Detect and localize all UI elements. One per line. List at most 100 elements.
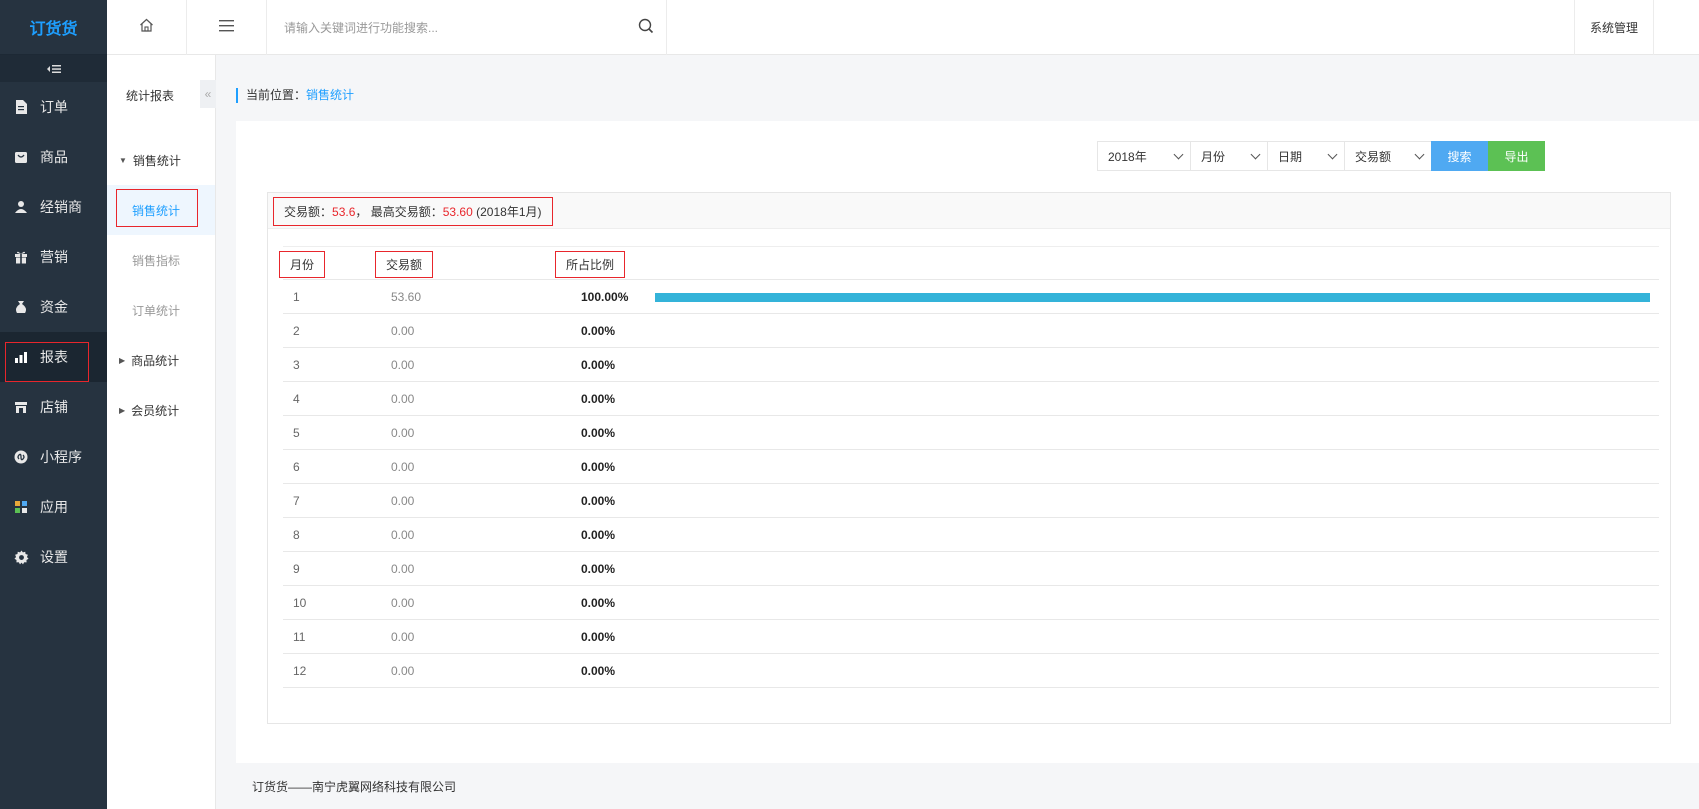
cell-ratio: 0.00% <box>581 664 616 678</box>
cell-month: 7 <box>293 494 300 508</box>
stats-box: 交易额： 53.6， 最高交易额： 53.60 (2018年1月) 月份 交易额 所… <box>267 192 1671 724</box>
summary-max-label: 最高交易额： <box>370 205 443 219</box>
sidebar-item-label: 小程序 <box>40 449 82 465</box>
sidebar-item-label: 订单 <box>40 99 68 115</box>
cell-ratio: 0.00% <box>581 460 616 474</box>
subnav-fold-button[interactable]: « <box>200 80 216 108</box>
table-row: 1 53.60 100.00% <box>283 280 1659 314</box>
subnav-group-label: 商品统计 <box>131 353 180 368</box>
metric-select-value: 交易额 <box>1355 149 1392 164</box>
menu-toggle-button[interactable] <box>187 0 267 55</box>
column-header-ratio: 所占比例 <box>555 251 626 278</box>
subnav-item-sales-targets[interactable]: 销售指标 <box>107 235 215 285</box>
subnav-group-products[interactable]: ▶ 商品统计 <box>107 335 215 385</box>
cell-amount: 53.60 <box>391 290 422 304</box>
ratio-bar-track <box>655 667 1650 676</box>
summary-amount-label: 交易额： <box>284 205 333 219</box>
cell-month: 5 <box>293 426 300 440</box>
sidebar-item-products[interactable]: 商品 <box>0 132 107 182</box>
ratio-bar <box>655 293 1650 302</box>
table-body: 1 53.60 100.00% 2 0.00 0.00% 3 0.00 0.00% 4 0.00 0.… <box>283 280 1659 688</box>
table-row: 12 0.00 0.00% <box>283 654 1659 688</box>
money-bag-icon <box>12 298 30 316</box>
year-select[interactable]: 2018年 <box>1097 141 1190 171</box>
ratio-bar-track <box>655 633 1650 642</box>
table-row: 8 0.00 0.00% <box>283 518 1659 552</box>
sidebar-item-apps[interactable]: 应用 <box>0 482 107 532</box>
sidebar-item-store[interactable]: 店铺 <box>0 382 107 432</box>
system-management-link[interactable]: 系统管理 <box>1574 0 1654 55</box>
cell-amount: 0.00 <box>391 358 415 372</box>
home-button[interactable] <box>107 0 187 55</box>
cell-amount: 0.00 <box>391 494 415 508</box>
sidebar-item-label: 店铺 <box>40 399 68 415</box>
cell-month: 6 <box>293 460 300 474</box>
top-bar: 系统管理 <box>107 0 1699 55</box>
breadcrumb-current[interactable]: 销售统计 <box>306 88 354 102</box>
search-box <box>267 0 667 55</box>
cell-amount: 0.00 <box>391 426 415 440</box>
document-icon <box>12 98 30 116</box>
sidebar-item-label: 经销商 <box>40 199 82 215</box>
chevron-down-icon <box>1414 149 1425 159</box>
report-subnav: 统计报表 ▼ 销售统计 销售统计 销售指标 订单统计 ▶ 商品统计 ▶ 会员统计 <box>107 55 216 809</box>
summary-amount: 53.6 <box>332 204 356 219</box>
app-logo[interactable]: 订货货 <box>0 0 107 55</box>
active-item-highlight <box>5 342 89 382</box>
sales-table: 月份 交易额 所占比例 1 53.60 100.00% 2 0.00 0.00% 3 0.00… <box>279 246 1659 688</box>
subnav-item-order-stats[interactable]: 订单统计 <box>107 285 215 335</box>
sidebar-item-settings[interactable]: 设置 <box>0 532 107 582</box>
caret-right-icon: ▶ <box>119 405 126 415</box>
period-select[interactable]: 月份 <box>1190 141 1267 171</box>
ratio-bar-track <box>655 395 1650 404</box>
cell-ratio: 0.00% <box>581 494 616 508</box>
gift-icon <box>12 248 30 266</box>
date-select[interactable]: 日期 <box>1267 141 1344 171</box>
cell-month: 10 <box>293 596 307 610</box>
ratio-bar-track <box>655 497 1650 506</box>
sidebar-item-dealers[interactable]: 经销商 <box>0 182 107 232</box>
table-row: 7 0.00 0.00% <box>283 484 1659 518</box>
period-select-value: 月份 <box>1201 149 1226 164</box>
cell-month: 4 <box>293 392 300 406</box>
cell-month: 9 <box>293 562 300 576</box>
table-header: 月份 交易额 所占比例 <box>279 246 1659 280</box>
table-row: 6 0.00 0.00% <box>283 450 1659 484</box>
subnav-group-sales[interactable]: ▼ 销售统计 <box>107 135 215 185</box>
column-header-month: 月份 <box>279 251 326 278</box>
mini-program-icon <box>12 448 30 466</box>
search-icon[interactable] <box>638 18 654 37</box>
sidebar-collapse-button[interactable] <box>0 55 107 82</box>
cell-ratio: 0.00% <box>581 630 616 644</box>
chevron-down-icon <box>1250 149 1261 159</box>
export-button[interactable]: 导出 <box>1488 141 1545 171</box>
table-row: 10 0.00 0.00% <box>283 586 1659 620</box>
ratio-bar-track <box>655 293 1650 302</box>
cell-ratio: 0.00% <box>581 392 616 406</box>
search-input[interactable] <box>267 0 627 55</box>
search-button[interactable]: 搜索 <box>1431 141 1488 171</box>
cell-ratio: 0.00% <box>581 528 616 542</box>
main-sidebar: 订货货 订单 商品 经销商 营销 资金 报表 店铺 小程序 应用 设置 <box>0 0 107 809</box>
summary-max-amount: 53.60 <box>442 204 473 219</box>
cell-ratio: 0.00% <box>581 358 616 372</box>
sidebar-item-mini-program[interactable]: 小程序 <box>0 432 107 482</box>
subnav-group-members[interactable]: ▶ 会员统计 <box>107 385 215 435</box>
ratio-bar-track <box>655 565 1650 574</box>
ratio-bar-track <box>655 327 1650 336</box>
apps-icon <box>12 498 30 516</box>
ratio-bar-track <box>655 429 1650 438</box>
main-panel: 2018年 月份 日期 交易额 搜索 导出 交易额： 53.6， 最高交易额： 53… <box>236 121 1699 763</box>
active-subitem-highlight <box>116 189 198 227</box>
subnav-group-label: 会员统计 <box>131 403 180 418</box>
metric-select[interactable]: 交易额 <box>1344 141 1431 171</box>
sidebar-item-marketing[interactable]: 营销 <box>0 232 107 282</box>
cell-month: 11 <box>293 630 306 644</box>
collapse-menu-icon <box>46 61 61 77</box>
subnav-group-label: 销售统计 <box>132 153 181 168</box>
cell-amount: 0.00 <box>391 562 415 576</box>
cell-month: 12 <box>293 664 307 678</box>
sidebar-item-orders[interactable]: 订单 <box>0 82 107 132</box>
sidebar-item-funds[interactable]: 资金 <box>0 282 107 332</box>
filter-bar: 2018年 月份 日期 交易额 搜索 导出 <box>1097 141 1545 171</box>
